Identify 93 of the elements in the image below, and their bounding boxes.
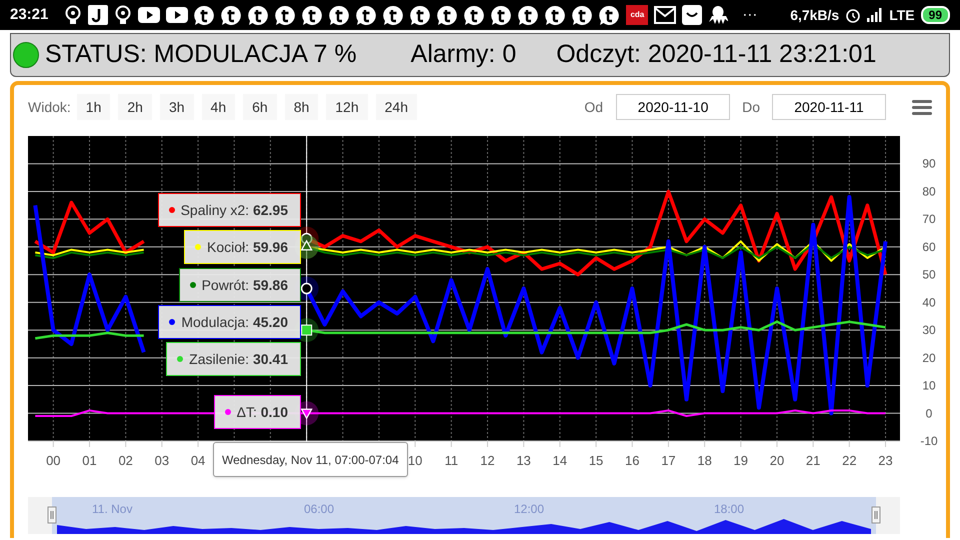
- bulb-icon: [64, 5, 82, 25]
- x-axis-label: 23: [878, 453, 893, 468]
- range-button[interactable]: 24h: [376, 94, 417, 120]
- y-axis-label: 30: [922, 323, 936, 338]
- bag-icon: [682, 5, 702, 25]
- x-axis-label: 19: [734, 453, 748, 468]
- x-axis-label: 10: [408, 453, 422, 468]
- x-axis-label: 20: [770, 453, 784, 468]
- navigator-time-label: 06:00: [304, 502, 334, 516]
- app-badge: cda: [626, 5, 648, 25]
- menu-icon[interactable]: [912, 99, 932, 115]
- range-button[interactable]: 3h: [160, 94, 194, 120]
- x-axis-label: 13: [516, 453, 531, 468]
- x-axis-label: 17: [661, 453, 676, 468]
- chat-bubble-icon: [383, 4, 404, 26]
- tooltip-text: Zasilenie: 30.41: [189, 350, 288, 368]
- chat-bubble-icon: [275, 4, 296, 26]
- signal-icon: [867, 8, 884, 22]
- navigator-time-label: 12:00: [514, 502, 544, 516]
- x-axis-label: 02: [118, 453, 133, 468]
- tooltip-text: Powrót: 59.86: [202, 276, 288, 294]
- y-axis-label: 80: [922, 184, 936, 198]
- x-axis-label: 21: [806, 453, 820, 468]
- x-axis-label: 11: [444, 453, 458, 468]
- range-button[interactable]: 8h: [284, 94, 318, 120]
- network-speed: 6,7kB/s: [790, 6, 840, 24]
- from-label: Od: [584, 98, 604, 116]
- y-axis-label: 40: [922, 295, 936, 310]
- chat-bubble-icon: [410, 4, 432, 26]
- y-axis-label: 50: [922, 268, 936, 282]
- range-button[interactable]: 2h: [118, 94, 152, 120]
- y-axis-label: -10: [920, 434, 938, 448]
- chat-bubble-icon: [437, 4, 458, 26]
- x-axis-label: 00: [46, 453, 61, 468]
- chat-bubble-icon: [194, 4, 216, 26]
- navigator-time-label: 11. Nov: [92, 502, 132, 516]
- y-axis-label: 70: [922, 212, 936, 226]
- battery-level: 99: [920, 6, 950, 24]
- x-axis-label: 04: [190, 453, 206, 468]
- x-axis-label: 01: [82, 453, 97, 468]
- x-axis-label: 12: [480, 453, 495, 468]
- y-axis-label: 90: [922, 156, 936, 171]
- x-axis-label: 03: [154, 453, 170, 468]
- reading-time: Odczyt: 2020-11-11 23:21:01: [556, 39, 876, 70]
- tooltip-text: Spaliny x2: 62.95: [180, 200, 288, 220]
- chat-bubble-icon: [491, 4, 512, 26]
- octopus-icon: [708, 5, 728, 25]
- y-axis-label: 60: [922, 240, 936, 254]
- alarm-count: Alarmy: 0: [410, 39, 516, 70]
- video-play-icon: [138, 7, 160, 23]
- alarm-clock-icon: [845, 7, 862, 23]
- y-axis-label: 10: [922, 378, 936, 393]
- view-label: Widok:: [28, 98, 71, 116]
- range-button[interactable]: 1h: [76, 94, 110, 120]
- chat-bubble-icon: [302, 4, 324, 26]
- status-text: STATUS: MODULACJA 7 %: [45, 39, 357, 70]
- to-label: Do: [742, 98, 760, 116]
- x-axis-label: 16: [625, 453, 640, 468]
- x-axis-label: 22: [842, 453, 857, 468]
- status-ok-icon: [13, 42, 39, 68]
- note-app-icon: [88, 5, 108, 25]
- x-axis-label: 18: [697, 453, 712, 468]
- navigator-handle[interactable]: [48, 506, 56, 524]
- mail-icon: [654, 6, 676, 24]
- chat-bubble-icon: [356, 4, 378, 26]
- range-button[interactable]: 4h: [202, 94, 236, 120]
- range-button[interactable]: 12h: [326, 94, 368, 120]
- range-button[interactable]: 6h: [243, 94, 277, 120]
- bulb-icon: [114, 5, 132, 25]
- clock-time: 23:21: [10, 4, 48, 25]
- navigator-time-label: 18:00: [714, 502, 744, 516]
- chat-bubble-icon: [518, 4, 540, 26]
- to-date-field[interactable]: 2020-11-11: [772, 94, 886, 120]
- tooltip-text: Modulacja: 45.20: [181, 312, 288, 332]
- tooltip-text: Kocioł: 59.96: [207, 238, 288, 256]
- tooltip-text: ΔT: 0.10: [236, 402, 288, 422]
- chat-bubble-icon: [329, 4, 350, 26]
- navigator-handle[interactable]: [872, 506, 880, 524]
- network-type: LTE: [889, 6, 915, 24]
- y-axis-label: 20: [922, 350, 936, 365]
- chat-bubble-icon: [572, 4, 594, 26]
- tooltip-footer: Wednesday, Nov 11, 07:00-07:04: [213, 442, 408, 477]
- more-notifications: ···: [742, 4, 758, 25]
- y-axis-label: 0: [926, 406, 932, 420]
- chat-bubble-icon: [599, 4, 620, 26]
- from-date-field[interactable]: 2020-11-10: [616, 94, 730, 120]
- video-play-icon: [166, 7, 188, 23]
- chat-bubble-icon: [464, 4, 486, 26]
- chat-bubble-icon: [248, 4, 270, 26]
- chat-bubble-icon: [545, 4, 566, 26]
- chat-bubble-icon: [221, 4, 242, 26]
- x-axis-label: 14: [552, 453, 568, 468]
- x-axis-label: 15: [588, 453, 604, 468]
